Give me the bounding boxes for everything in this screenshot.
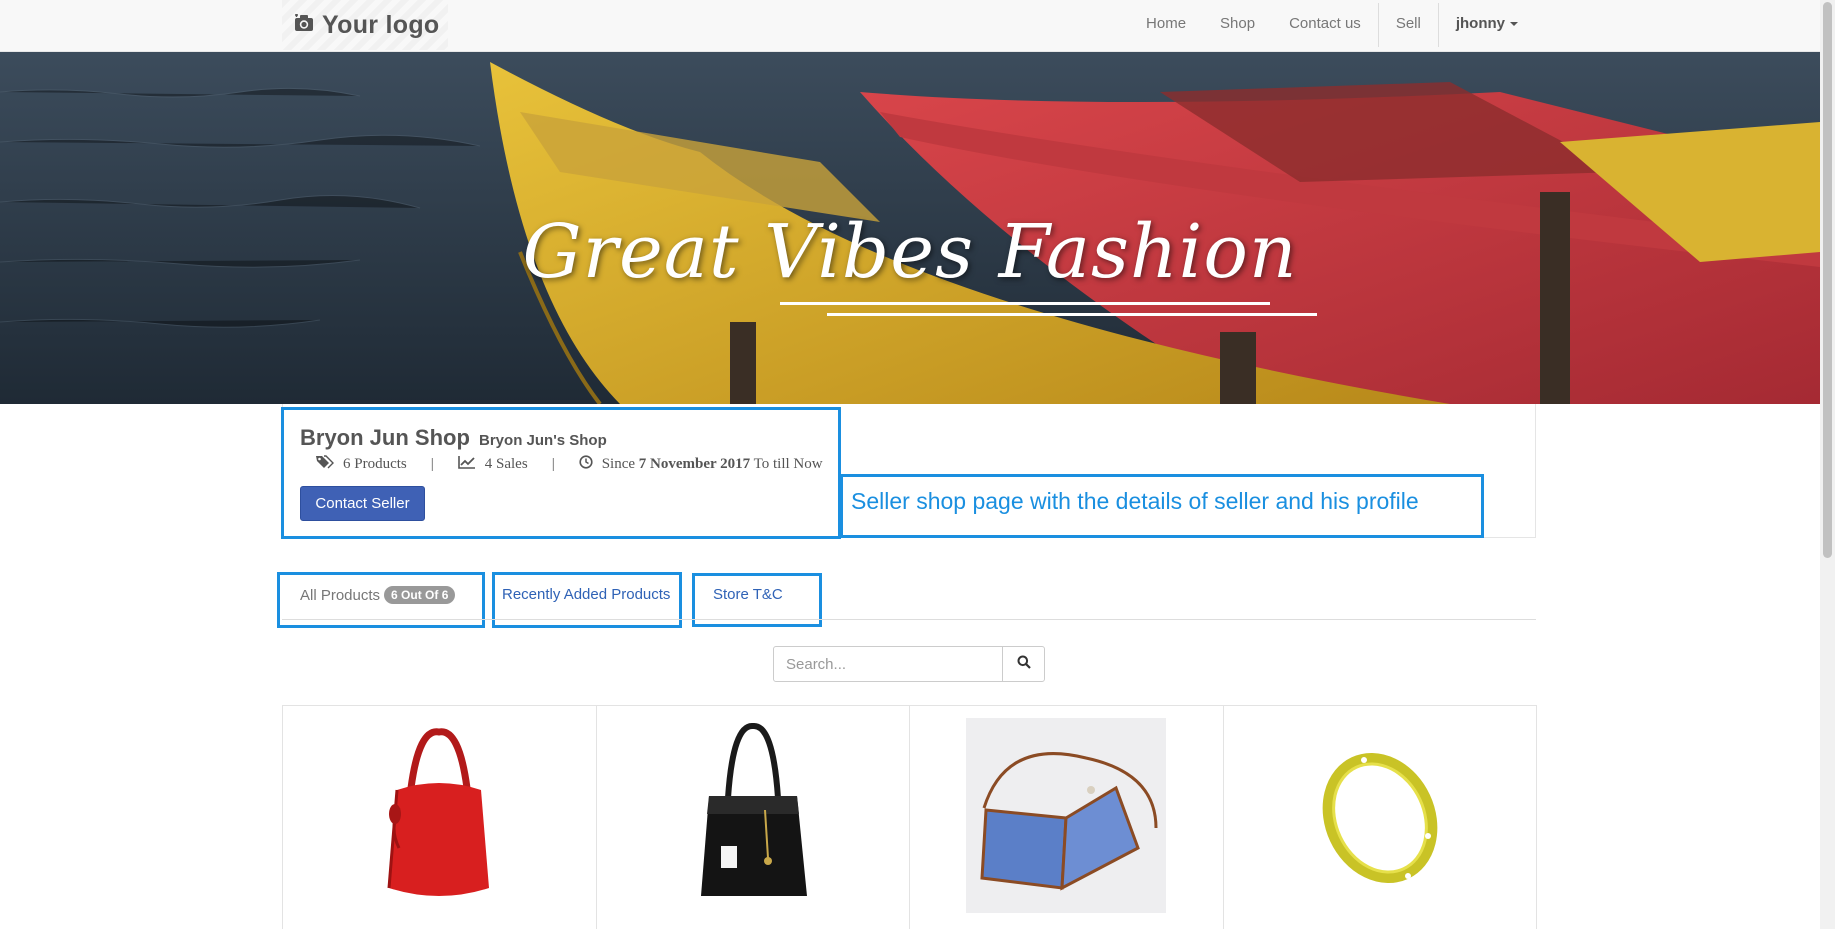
shop-name: Bryon Jun Shop Bryon Jun's Shop	[300, 425, 607, 451]
logo[interactable]: Your logo	[282, 0, 448, 50]
camera-icon	[294, 13, 314, 37]
tab-recently-added[interactable]: Recently Added Products	[502, 586, 670, 603]
shop-banner: Great Vibes Fashion	[0, 52, 1820, 404]
nav-links: Home Shop Contact us Sell jhonny	[1129, 0, 1535, 50]
tab-store-terms[interactable]: Store T&C	[713, 586, 783, 603]
product-card[interactable]	[283, 706, 597, 929]
user-name: jhonny	[1455, 15, 1505, 32]
nav-sell-link[interactable]: Sell	[1379, 0, 1438, 50]
since-date: Since 7 November 2017 To till Now	[579, 455, 823, 474]
logo-text: Your logo	[322, 10, 440, 39]
shop-subtitle: Bryon Jun's Shop	[479, 432, 607, 449]
banner-underline	[827, 313, 1317, 316]
search-button[interactable]	[1002, 646, 1045, 682]
contact-seller-button[interactable]: Contact Seller	[300, 486, 425, 521]
search-icon	[1017, 655, 1031, 674]
products-count: 6 Products	[316, 455, 407, 474]
product-card[interactable]	[910, 706, 1224, 929]
tabs-divider	[282, 619, 1536, 620]
tab-all-products[interactable]: All Products 6 Out Of 6	[300, 586, 456, 604]
meta-divider: |	[551, 456, 555, 472]
nav-home-link[interactable]: Home	[1129, 0, 1203, 50]
gold-bangle-image	[1322, 752, 1438, 884]
nav-shop-link[interactable]: Shop	[1203, 0, 1272, 50]
red-handbag-image	[387, 728, 490, 896]
scrollbar[interactable]	[1820, 0, 1835, 929]
sales-count: 4 Sales	[457, 455, 528, 474]
product-card[interactable]	[1224, 706, 1537, 929]
banner-underline	[780, 302, 1270, 305]
blue-shoulder-bag-image	[966, 718, 1167, 913]
clock-icon	[579, 455, 593, 474]
banner-title: Great Vibes Fashion	[522, 209, 1298, 295]
products-count-badge: 6 Out Of 6	[384, 586, 456, 604]
nav-contact-link[interactable]: Contact us	[1272, 0, 1378, 50]
shop-title: Bryon Jun Shop	[300, 425, 470, 450]
black-handbag-image	[700, 723, 807, 896]
shop-meta: 6 Products | 4 Sales | Since 7 November …	[316, 455, 823, 474]
navbar: Your logo Home Shop Contact us Sell jhon…	[0, 0, 1820, 52]
tags-icon	[316, 455, 334, 474]
meta-divider: |	[430, 456, 434, 472]
caret-down-icon	[1510, 22, 1518, 27]
user-menu[interactable]: jhonny	[1439, 0, 1535, 50]
product-grid	[282, 705, 1537, 929]
annotation-note: Seller shop page with the details of sel…	[851, 488, 1419, 514]
search-input[interactable]	[773, 646, 1003, 682]
product-card[interactable]	[597, 706, 910, 929]
since-date-value: 7 November 2017	[638, 456, 751, 472]
line-chart-icon	[457, 455, 476, 474]
scrollbar-thumb[interactable]	[1823, 2, 1832, 558]
